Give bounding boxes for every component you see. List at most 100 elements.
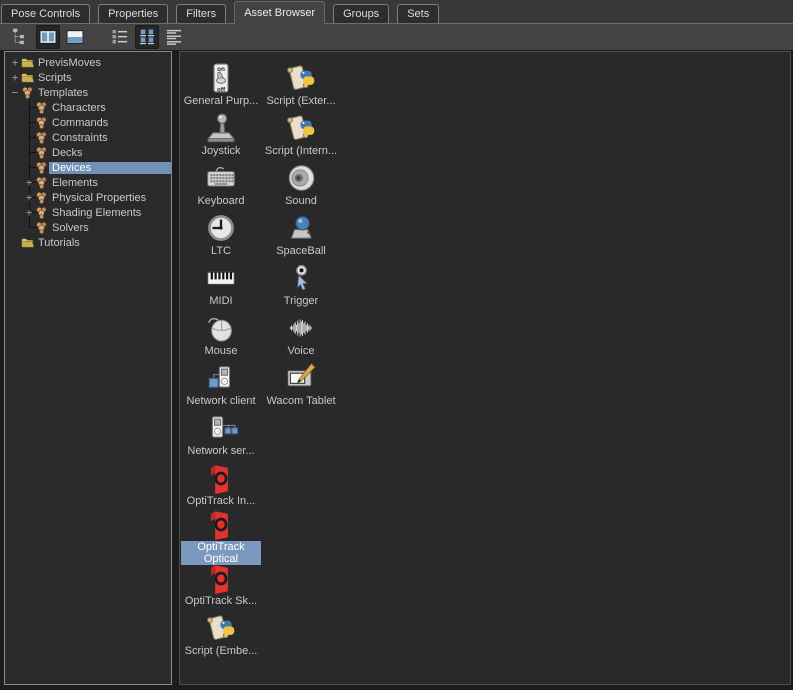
tree-item-label: Solvers <box>49 222 92 234</box>
template-icon <box>35 116 49 129</box>
python-script-icon <box>284 61 318 95</box>
collapse-icon[interactable]: − <box>9 87 21 98</box>
expand-icon[interactable]: + <box>23 207 35 218</box>
tree-item-tutorials[interactable]: Tutorials <box>5 235 171 250</box>
asset-item-label: Script (Intern... <box>265 145 337 157</box>
split-vertical-icon <box>38 27 58 47</box>
tree-item-label: Shading Elements <box>49 207 144 219</box>
template-icon <box>35 221 49 234</box>
asset-item-midi[interactable]: MIDI <box>181 257 261 307</box>
template-icon <box>35 146 49 159</box>
tree-view-button[interactable] <box>9 25 33 49</box>
list-view-button[interactable] <box>108 25 132 49</box>
template-icon <box>35 176 49 189</box>
asset-item-script-intern[interactable]: Script (Intern... <box>261 107 341 157</box>
split-vertical-button[interactable] <box>36 25 60 49</box>
asset-browser-window: Pose Controls Properties Filters Asset Brow… <box>0 0 793 690</box>
asset-item-optitrack-sk[interactable]: OptiTrack Sk... <box>181 557 261 607</box>
asset-item-trigger[interactable]: Trigger <box>261 257 341 307</box>
asset-item-label: Voice <box>288 345 315 357</box>
expand-icon[interactable]: + <box>9 72 21 83</box>
speaker-icon <box>284 161 318 195</box>
network-server-icon <box>204 411 238 445</box>
clock-icon <box>204 211 238 245</box>
tree-item-label: PrevisMoves <box>35 57 104 69</box>
tree-item-shading-elements[interactable]: + Shading Elements <box>5 205 171 220</box>
asset-item-script-embe[interactable]: Script (Embe... <box>181 607 261 657</box>
asset-grid-panel[interactable]: on off General Purp... Joystick Keyboard… <box>179 51 791 685</box>
asset-tree-panel[interactable]: + PrevisMoves+ Scripts− Templates Charac… <box>4 51 172 685</box>
tree-item-templates[interactable]: − Templates <box>5 85 171 100</box>
asset-item-network-ser[interactable]: Network ser... <box>181 407 261 457</box>
asset-item-label: Network client <box>186 395 255 407</box>
spaceball-icon <box>284 211 318 245</box>
tree-item-label: Characters <box>49 102 109 114</box>
asset-item-optitrack-in[interactable]: OptiTrack In... <box>181 457 261 507</box>
asset-item-general-purp[interactable]: on off General Purp... <box>181 57 261 107</box>
tree-item-scripts[interactable]: + Scripts <box>5 70 171 85</box>
expand-icon[interactable]: + <box>23 177 35 188</box>
asset-item-sound[interactable]: Sound <box>261 157 341 207</box>
asset-item-keyboard[interactable]: Keyboard <box>181 157 261 207</box>
optitrack-icon <box>204 561 238 595</box>
folder-icon <box>21 71 35 84</box>
joystick-icon <box>204 111 238 145</box>
tree-item-elements[interactable]: + Elements <box>5 175 171 190</box>
template-icon <box>35 191 49 204</box>
tab-pose-controls[interactable]: Pose Controls <box>1 4 90 23</box>
split-horizontal-button[interactable] <box>63 25 87 49</box>
asset-item-label: Mouse <box>204 345 237 357</box>
expand-icon[interactable]: + <box>23 192 35 203</box>
optitrack-icon <box>204 507 238 541</box>
tab-properties[interactable]: Properties <box>98 4 168 23</box>
asset-item-spaceball[interactable]: SpaceBall <box>261 207 341 257</box>
tree-item-label: Commands <box>49 117 111 129</box>
tree-item-physical-properties[interactable]: + Physical Properties <box>5 190 171 205</box>
expand-icon[interactable]: + <box>9 57 21 68</box>
folder-icon <box>21 236 35 249</box>
tree-item-label: Tutorials <box>35 237 83 249</box>
waveform-icon <box>284 311 318 345</box>
asset-item-network-client[interactable]: Network client <box>181 357 261 407</box>
grid-view-icon <box>137 27 157 47</box>
asset-item-label: Network ser... <box>187 445 254 457</box>
asset-item-joystick[interactable]: Joystick <box>181 107 261 157</box>
asset-item-script-exter[interactable]: Script (Exter... <box>261 57 341 107</box>
split-horizontal-icon <box>65 27 85 47</box>
tab-asset-browser[interactable]: Asset Browser <box>234 1 325 24</box>
asset-item-label: Trigger <box>284 295 318 307</box>
tab-sets[interactable]: Sets <box>397 4 439 23</box>
tree-item-prevismoves[interactable]: + PrevisMoves <box>5 55 171 70</box>
asset-item-label: Joystick <box>201 145 240 157</box>
asset-item-label: SpaceBall <box>276 245 326 257</box>
asset-item-label: Sound <box>285 195 317 207</box>
tab-filters[interactable]: Filters <box>176 4 226 23</box>
asset-item-label: OptiTrack Sk... <box>185 595 257 607</box>
tree-item-label: Constraints <box>49 132 111 144</box>
detail-view-button[interactable] <box>162 25 186 49</box>
wacom-tablet-icon <box>284 361 318 395</box>
midi-icon <box>204 261 238 295</box>
template-icon <box>35 101 49 114</box>
mouse-icon <box>204 311 238 345</box>
asset-item-ltc[interactable]: LTC <box>181 207 261 257</box>
tree-item-label: Elements <box>49 177 101 189</box>
python-script-icon <box>204 611 238 645</box>
svg-text:off: off <box>217 86 226 93</box>
template-icon <box>35 131 49 144</box>
asset-grid-column: on off General Purp... Joystick Keyboard… <box>181 57 261 657</box>
tree-item-label: Devices <box>49 162 171 174</box>
list-view-icon <box>110 27 130 47</box>
tab-groups[interactable]: Groups <box>333 4 389 23</box>
asset-item-label: LTC <box>211 245 231 257</box>
asset-item-label: Script (Embe... <box>185 645 258 657</box>
asset-item-label: General Purp... <box>184 95 259 107</box>
asset-item-voice[interactable]: Voice <box>261 307 341 357</box>
asset-item-label: Script (Exter... <box>266 95 335 107</box>
template-icon <box>35 206 49 219</box>
tree-view-icon <box>11 27 31 47</box>
asset-item-wacom-tablet[interactable]: Wacom Tablet <box>261 357 341 407</box>
grid-view-button[interactable] <box>135 25 159 49</box>
asset-item-mouse[interactable]: Mouse <box>181 307 261 357</box>
asset-item-optitrack-optical[interactable]: OptiTrackOptical <box>181 507 261 557</box>
